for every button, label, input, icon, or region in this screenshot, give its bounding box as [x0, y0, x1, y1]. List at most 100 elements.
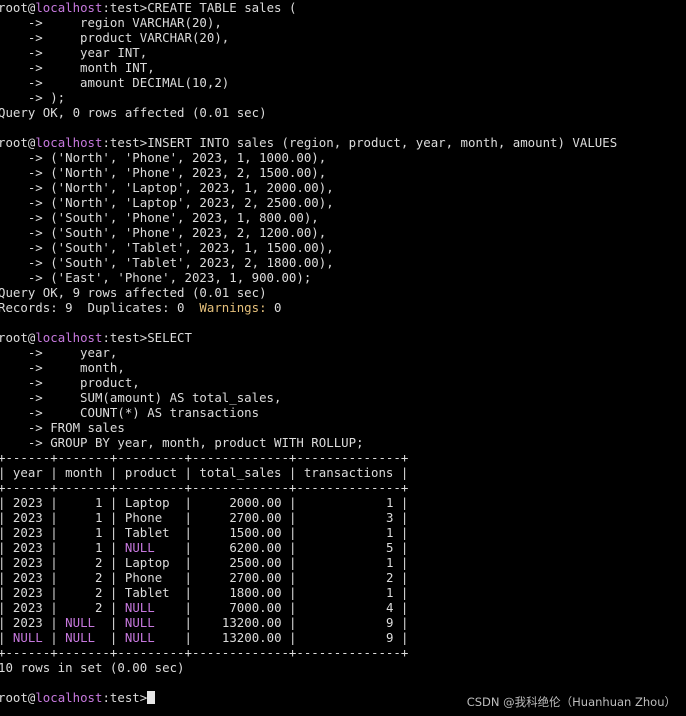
cell-total-sales: 2000.00 [229, 495, 282, 510]
cell-padding [304, 510, 386, 525]
cell-separator: | [42, 495, 66, 510]
continuation-line-text: -> FROM sales [0, 420, 125, 435]
cell-separator: | [393, 510, 409, 525]
cell-year: 2023 [12, 600, 43, 615]
cell-padding [65, 600, 95, 615]
cell-separator: | [281, 555, 304, 570]
cell-padding [65, 510, 95, 525]
continuation-line: -> FROM sales [0, 420, 686, 435]
cell-separator: | [42, 585, 66, 600]
cell-separator: | [393, 495, 409, 510]
cell-separator: | [281, 510, 304, 525]
cell-separator: | [42, 525, 66, 540]
rows-in-set: 10 rows in set (0.00 sec) [0, 660, 686, 675]
cell-separator: | [177, 630, 200, 645]
table-row: | 2023 | 1 | Laptop | 2000.00 | 1 | [0, 495, 686, 510]
cell-separator: | [281, 495, 304, 510]
terminal-output[interactable]: root@localhost:test>CREATE TABLE sales (… [0, 0, 686, 716]
continuation-line: -> ('South', 'Tablet', 2023, 2, 1800.00)… [0, 255, 686, 270]
cell-product: Laptop [124, 555, 170, 570]
rows-in-set-text: 10 rows in set (0.00 sec) [0, 660, 185, 675]
cell-separator: | [177, 540, 200, 555]
continuation-line-text: -> ('East', 'Phone', 2023, 1, 900.00); [0, 270, 312, 285]
cell-separator: | [177, 600, 200, 615]
cell-padding [162, 510, 177, 525]
cell-padding [170, 525, 177, 540]
query-result: Query OK, 0 rows affected (0.01 sec) [0, 105, 686, 120]
cell-year: 2023 [12, 555, 43, 570]
cell-separator: | [177, 615, 200, 630]
continuation-line-text: -> product, [0, 375, 140, 390]
sql-command: INSERT INTO sales (region, product, year… [147, 135, 618, 150]
cell-separator: | [393, 555, 409, 570]
cell-separator: | [0, 615, 6, 630]
cell-padding [304, 615, 386, 630]
continuation-line: -> year INT, [0, 45, 686, 60]
continuation-line: -> month INT, [0, 60, 686, 75]
cell-separator: | [102, 525, 125, 540]
cell-product: NULL [124, 630, 155, 645]
cell-padding [199, 615, 221, 630]
cell-separator: | [393, 570, 409, 585]
continuation-line-text: -> ('North', 'Laptop', 2023, 2, 2500.00)… [0, 195, 334, 210]
cell-separator: | [0, 600, 6, 615]
table-border-text: +------+-------+---------+-------------+… [0, 450, 409, 465]
warnings-label: Warnings: [199, 300, 267, 315]
cell-separator: | [0, 630, 6, 645]
records-line: Records: 9 Duplicates: 0 Warnings: 0 [0, 300, 686, 315]
cell-padding [304, 585, 386, 600]
warnings-value: 0 [266, 300, 282, 315]
cursor [147, 691, 156, 704]
cell-total-sales: 7000.00 [229, 600, 282, 615]
cell-separator: | [393, 585, 409, 600]
cell-padding [170, 495, 177, 510]
continuation-line-text: -> GROUP BY year, month, product WITH RO… [0, 435, 364, 450]
cell-separator: | [102, 555, 125, 570]
cell-separator: | [0, 555, 6, 570]
continuation-line-text: -> amount DECIMAL(10,2) [0, 75, 230, 90]
cell-product: NULL [124, 615, 155, 630]
cell-separator: | [0, 540, 6, 555]
cell-padding [65, 585, 95, 600]
cell-padding [65, 495, 95, 510]
table-row: | 2023 | 1 | NULL | 6200.00 | 5 | [0, 540, 686, 555]
cell-separator: | [102, 615, 125, 630]
cell-separator: | [281, 615, 304, 630]
cell-padding [199, 600, 229, 615]
table-border-text: +------+-------+---------+-------------+… [0, 480, 409, 495]
records-summary: Records: 9 Duplicates: 0 [0, 300, 200, 315]
continuation-line-text: -> region VARCHAR(20), [0, 15, 222, 30]
cell-padding [199, 630, 221, 645]
continuation-line-text: -> ('South', 'Tablet', 2023, 2, 1800.00)… [0, 255, 334, 270]
prompt-suffix: :test> [102, 0, 148, 15]
cell-separator: | [393, 630, 409, 645]
cell-padding [199, 555, 229, 570]
prompt-user: root [0, 135, 28, 150]
continuation-line: -> year, [0, 345, 686, 360]
cell-year: 2023 [12, 585, 43, 600]
cell-total-sales: 1800.00 [229, 585, 282, 600]
cell-separator: | [177, 555, 200, 570]
cell-separator: | [177, 525, 200, 540]
continuation-line-text: -> month, [0, 360, 125, 375]
cell-separator: | [102, 585, 125, 600]
cell-total-sales: 13200.00 [221, 615, 282, 630]
cell-padding [155, 615, 177, 630]
continuation-line: -> GROUP BY year, month, product WITH RO… [0, 435, 686, 450]
cell-separator: | [281, 585, 304, 600]
continuation-line: -> ('North', 'Laptop', 2023, 2, 2500.00)… [0, 195, 686, 210]
table-header: | year | month | product | total_sales |… [0, 465, 686, 480]
cell-product: NULL [124, 600, 155, 615]
continuation-line: -> ('North', 'Laptop', 2023, 1, 2000.00)… [0, 180, 686, 195]
continuation-line-text: -> ('South', 'Tablet', 2023, 1, 1500.00)… [0, 240, 334, 255]
prompt-user: root [0, 690, 28, 705]
cell-padding [162, 570, 177, 585]
cell-separator: | [102, 630, 125, 645]
cell-separator: | [42, 600, 66, 615]
table-row: | 2023 | 2 | Tablet | 1800.00 | 1 | [0, 585, 686, 600]
cell-separator: | [281, 525, 304, 540]
cell-year: 2023 [12, 525, 43, 540]
sql-command: CREATE TABLE sales ( [147, 0, 297, 15]
continuation-line: -> COUNT(*) AS transactions [0, 405, 686, 420]
continuation-line-text: -> year INT, [0, 45, 148, 60]
